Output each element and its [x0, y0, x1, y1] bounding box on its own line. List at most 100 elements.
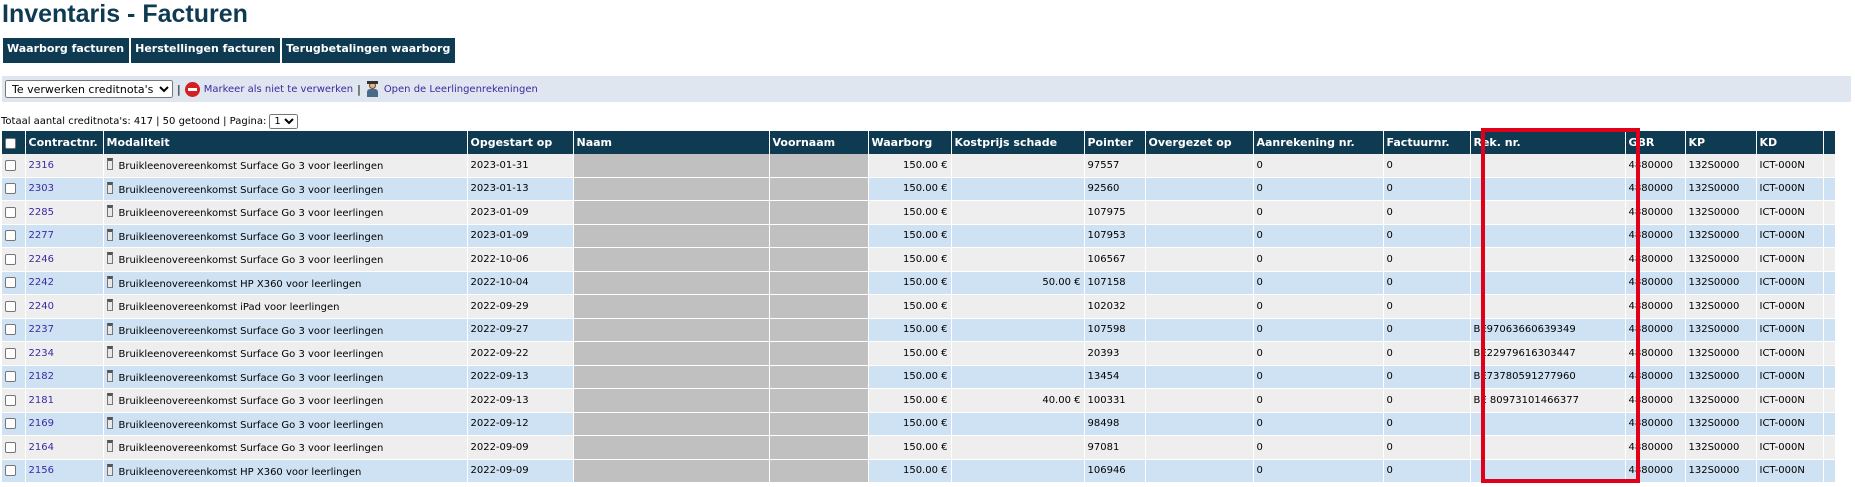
contract-link[interactable]: 2316: [29, 160, 54, 171]
pointer-cell: 20393: [1084, 341, 1146, 366]
row-select-cell[interactable]: [2, 224, 26, 248]
document-icon: [106, 181, 113, 194]
contract-cell: 2156: [25, 459, 104, 483]
status-filter-select[interactable]: Te verwerken creditnota's: [5, 80, 173, 98]
waarborg-cell: 150.00 €: [868, 341, 952, 366]
column-header-modaliteit: Modaliteit: [103, 131, 468, 154]
opgestart-cell: 2022-09-13: [467, 388, 574, 413]
action-bar: Te verwerken creditnota's | Markeer als …: [2, 76, 1851, 102]
contract-link[interactable]: 2234: [29, 348, 54, 359]
row-checkbox[interactable]: [5, 324, 16, 335]
select-all-checkbox[interactable]: [5, 137, 16, 149]
separator: |: [177, 82, 181, 96]
row-select-cell[interactable]: [2, 271, 26, 295]
contract-link[interactable]: 2164: [29, 442, 54, 453]
row-select-cell[interactable]: [2, 341, 26, 366]
kd-cell: ICT-000N: [1756, 247, 1824, 272]
contract-link[interactable]: 2246: [29, 254, 54, 265]
rek-nr-cell: [1470, 247, 1626, 272]
gbr-cell: 4880000: [1625, 318, 1686, 342]
naam-cell-redacted: [573, 154, 770, 178]
modaliteit-cell: Bruikleenovereenkomst Surface Go 3 voor …: [103, 365, 468, 389]
filler-cell: [1823, 224, 1836, 248]
rek-nr-cell: [1470, 294, 1626, 319]
tab-bar: Waarborg facturen Herstellingen facturen…: [3, 38, 457, 63]
row-select-cell[interactable]: [2, 177, 26, 201]
pointer-cell: 106946: [1084, 459, 1146, 483]
row-checkbox[interactable]: [5, 206, 16, 218]
naam-cell-redacted: [573, 412, 770, 436]
rek-nr-cell: [1470, 412, 1626, 436]
naam-cell-redacted: [573, 224, 770, 248]
waarborg-cell: 150.00 €: [868, 459, 952, 483]
factuur-cell: 0: [1383, 271, 1471, 295]
row-select-cell[interactable]: [2, 388, 26, 413]
mark-not-process-label: Markeer als niet te verwerken: [203, 83, 354, 95]
contract-link[interactable]: 2237: [29, 324, 54, 335]
row-checkbox[interactable]: [5, 253, 16, 265]
pointer-cell: 107953: [1084, 224, 1146, 248]
contract-link[interactable]: 2240: [29, 301, 54, 312]
rek-nr-cell: BE97063660639349: [1470, 318, 1626, 342]
tab-herstellingen-facturen[interactable]: Herstellingen facturen: [131, 38, 281, 63]
modaliteit-cell: Bruikleenovereenkomst Surface Go 3 voor …: [103, 318, 468, 342]
overgezet-cell: [1145, 200, 1254, 225]
naam-cell-redacted: [573, 318, 770, 342]
row-checkbox[interactable]: [5, 159, 16, 171]
opgestart-cell: 2022-09-09: [467, 435, 574, 460]
contract-link[interactable]: 2285: [29, 207, 54, 218]
row-checkbox[interactable]: [5, 230, 16, 241]
row-checkbox[interactable]: [5, 465, 16, 476]
row-checkbox[interactable]: [5, 441, 16, 453]
tab-waarborg-facturen[interactable]: Waarborg facturen: [3, 38, 130, 63]
kd-cell: ICT-000N: [1756, 294, 1824, 319]
row-checkbox[interactable]: [5, 347, 16, 359]
row-select-cell[interactable]: [2, 435, 26, 460]
contract-link[interactable]: 2181: [29, 395, 54, 406]
row-checkbox[interactable]: [5, 394, 16, 406]
overgezet-cell: [1145, 271, 1254, 295]
kd-cell: ICT-000N: [1756, 365, 1824, 389]
row-checkbox[interactable]: [5, 183, 16, 194]
mark-not-process-link[interactable]: Markeer als niet te verwerken: [184, 81, 354, 97]
row-checkbox[interactable]: [5, 418, 16, 429]
contract-link[interactable]: 2242: [29, 277, 54, 288]
totals-text: Totaal aantal creditnota's: 417 | 50 get…: [1, 116, 267, 127]
open-student-accounts-link[interactable]: Open de Leerlingenrekeningen: [365, 81, 538, 97]
page-select[interactable]: 1: [269, 114, 299, 129]
filler-cell: [1823, 341, 1836, 366]
row-select-cell[interactable]: [2, 318, 26, 342]
waarborg-cell: 150.00 €: [868, 412, 952, 436]
aanrekening-cell: 0: [1253, 459, 1384, 483]
row-select-cell[interactable]: [2, 200, 26, 225]
factuur-cell: 0: [1383, 177, 1471, 201]
document-icon: [106, 228, 113, 241]
factuur-cell: 0: [1383, 412, 1471, 436]
contract-link[interactable]: 2277: [29, 230, 54, 241]
row-select-cell[interactable]: [2, 365, 26, 389]
modaliteit-text: Bruikleenovereenkomst Surface Go 3 voor …: [118, 372, 384, 384]
kd-cell: ICT-000N: [1756, 388, 1824, 413]
column-header-waarborg: Waarborg: [868, 131, 952, 154]
aanrekening-cell: 0: [1253, 200, 1384, 225]
row-select-cell[interactable]: [2, 154, 26, 178]
contract-link[interactable]: 2169: [29, 418, 54, 429]
column-header-select-all[interactable]: [2, 131, 26, 154]
row-select-cell[interactable]: [2, 412, 26, 436]
rek-nr-cell: BE22979616303447: [1470, 341, 1626, 366]
contract-link[interactable]: 2156: [29, 465, 54, 476]
row-checkbox[interactable]: [5, 277, 16, 288]
row-checkbox[interactable]: [5, 300, 16, 312]
contract-link[interactable]: 2182: [29, 371, 54, 382]
row-select-cell[interactable]: [2, 294, 26, 319]
row-checkbox[interactable]: [5, 371, 16, 382]
document-icon: [106, 346, 113, 359]
aanrekening-cell: 0: [1253, 154, 1384, 178]
column-header-kostprijs-schade: Kostprijs schade: [951, 131, 1085, 154]
contract-link[interactable]: 2303: [29, 183, 54, 194]
voornaam-cell-redacted: [769, 318, 869, 342]
row-select-cell[interactable]: [2, 459, 26, 483]
filler-cell: [1823, 459, 1836, 483]
tab-terugbetalingen-waarborg[interactable]: Terugbetalingen waarborg: [282, 38, 456, 63]
row-select-cell[interactable]: [2, 247, 26, 272]
